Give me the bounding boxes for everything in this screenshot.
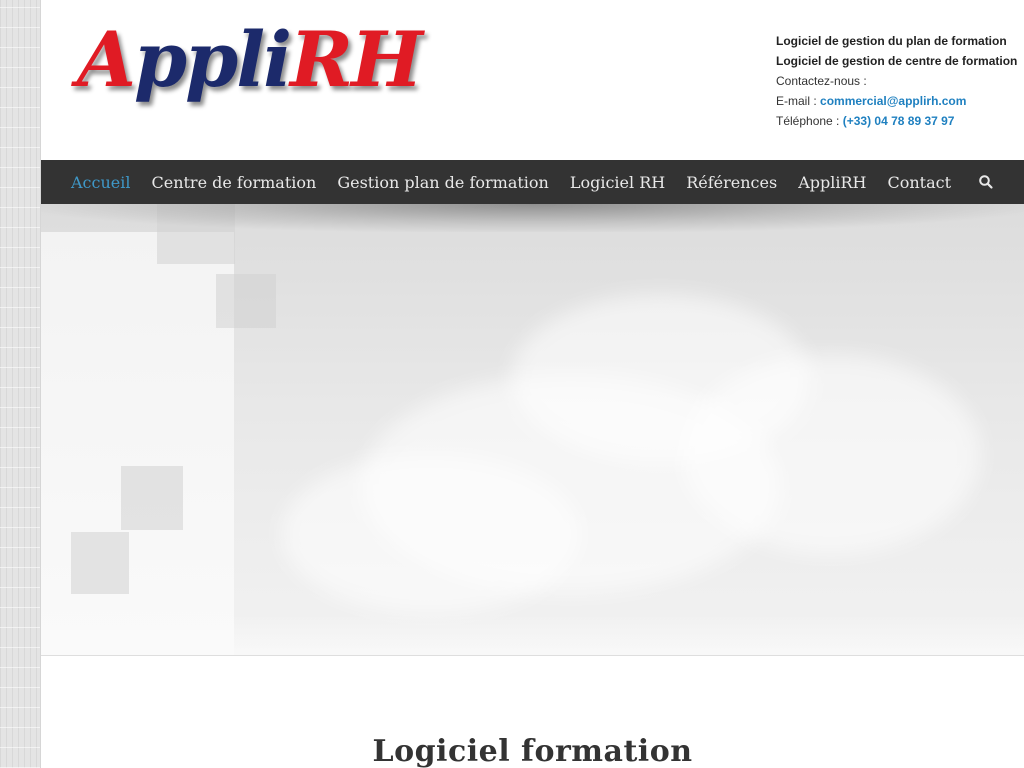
nav-item-accueil[interactable]: Accueil [71,173,130,192]
nav-item-logiciel-rh[interactable]: Logiciel RH [570,173,665,192]
phone-line: Téléphone : (+33) 04 78 89 37 97 [776,111,1022,131]
page-heading: Logiciel formation [372,734,693,768]
tagline-centre-formation: Logiciel de gestion de centre de formati… [776,54,1018,68]
nav-item-applirh[interactable]: AppliRH [798,173,866,192]
decorative-square [71,532,129,594]
email-link[interactable]: commercial@applirh.com [820,94,966,108]
logo-letter-a: A [77,15,136,104]
phone-link[interactable]: (+33) 04 78 89 37 97 [843,114,955,128]
hero-banner-slider [41,204,1024,656]
nav-item-references[interactable]: Références [686,173,777,192]
cloud-image [281,454,581,614]
nav-item-gestion-plan-de-formation[interactable]: Gestion plan de formation [337,173,549,192]
logo-text-rh: RH [290,15,423,104]
nav-item-contact[interactable]: Contact [887,173,951,192]
page-container: AppliRH Logiciel de gestion du plan de f… [41,0,1024,768]
site-header: AppliRH Logiciel de gestion du plan de f… [41,0,1024,160]
phone-label: Téléphone : [776,114,843,128]
email-label: E-mail : [776,94,821,108]
header-contact-block: Logiciel de gestion du plan de formation… [776,31,1022,131]
logo-text-ppli: ppli [133,15,292,104]
email-line: E-mail : commercial@applirh.com [776,91,1022,111]
hero-left-panel [41,232,234,655]
decorative-square [216,274,276,328]
hero-bottom-fade [41,615,1024,655]
main-navigation: Accueil Centre de formation Gestion plan… [41,160,1024,204]
background-side-pattern [0,0,41,768]
nav-shadow [41,204,1024,232]
tagline-plan-formation: Logiciel de gestion du plan de formation [776,34,1007,48]
nav-item-centre-de-formation[interactable]: Centre de formation [151,173,316,192]
decorative-square [121,466,183,530]
search-icon[interactable] [978,174,994,190]
cloud-image [681,354,981,554]
applirh-logo[interactable]: AppliRH [77,22,423,98]
contact-intro: Contactez-nous : [776,74,867,88]
